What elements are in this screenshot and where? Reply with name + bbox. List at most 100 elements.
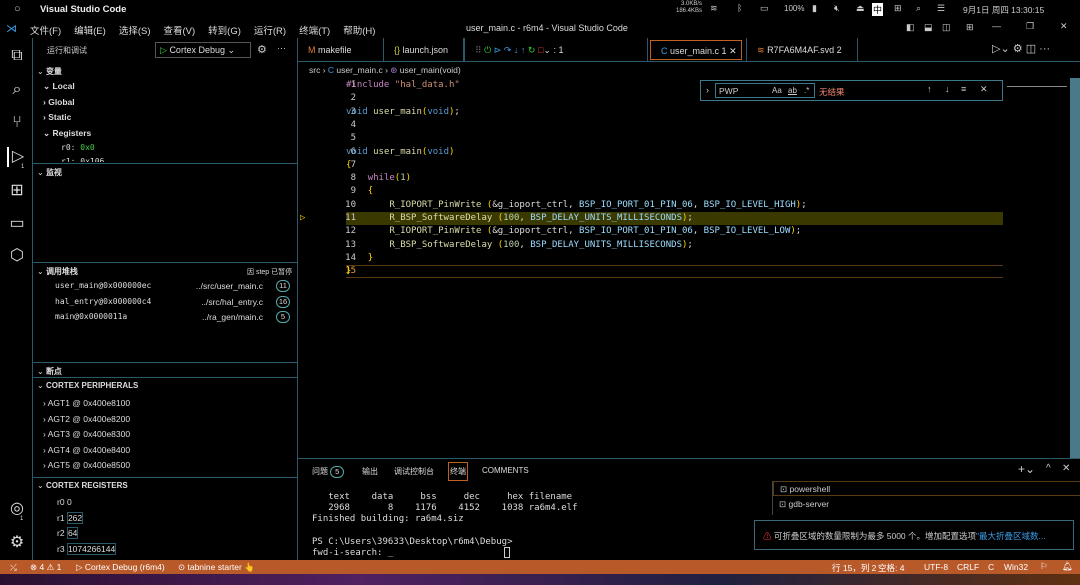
peripheral-item[interactable]: › AGT2 @ 0x400e8200 [43, 414, 130, 424]
run-debug-icon[interactable]: ▷⌄ [992, 43, 1010, 55]
scope-global[interactable]: › Global [43, 97, 75, 107]
more-icon[interactable]: ··· [277, 43, 286, 53]
notification-link[interactable]: "最大折叠区域数... [976, 531, 1046, 541]
breakpoints-header[interactable]: 断点 [37, 366, 62, 377]
layout-panel-icon[interactable]: ⬓ [924, 22, 933, 33]
language-mode[interactable]: C [988, 562, 994, 572]
settings-gear-icon[interactable]: ⚙ [7, 533, 27, 553]
callstack-frame[interactable]: main@0x0000011a [55, 312, 127, 321]
keyboard-icon[interactable]: ⊞ [894, 3, 902, 14]
eject-icon[interactable]: ⏏ [856, 3, 865, 14]
minimize-button[interactable]: — [992, 21, 1001, 31]
tabnine-status[interactable]: ⊙ tabnine starter 👆 [178, 562, 255, 573]
layout-secondary-icon[interactable]: ◫ [942, 22, 951, 33]
tab-problems[interactable]: 问题 5 [312, 466, 345, 478]
continue-icon[interactable]: ⊳ [494, 45, 502, 55]
menu-item[interactable]: 转到(G) [208, 23, 241, 37]
accounts-icon[interactable]: ◎ 1 [7, 499, 27, 522]
renesas-icon[interactable]: ⬡ [7, 246, 27, 266]
menu-item[interactable]: 终端(T) [299, 23, 330, 37]
tab-launch-json[interactable]: {} launch.json [384, 38, 464, 62]
cursor-position[interactable]: 行 15，列 2 [832, 562, 876, 574]
gear-icon[interactable]: ⚙ [257, 43, 267, 56]
variable-r1[interactable]: r1: 0x106 [61, 157, 104, 162]
code-line[interactable]: void user_main(void); [346, 107, 460, 117]
battery-icon[interactable]: ▮ [812, 3, 817, 14]
toggle-replace-icon[interactable]: › [706, 85, 709, 95]
line-ending[interactable]: CRLF [957, 562, 979, 572]
indentation[interactable]: 空格: 4 [878, 562, 904, 574]
tab-makefile[interactable]: M makefile [298, 38, 384, 62]
terminal-gdb-server[interactable]: ⊡ gdb-server [773, 497, 835, 512]
peripherals-header[interactable]: CORTEX PERIPHERALS [37, 381, 138, 390]
scope-registers[interactable]: ⌄ Registers [43, 128, 91, 139]
display-icon[interactable]: ▭ [760, 3, 769, 14]
feedback-icon[interactable]: ⚐ [1040, 561, 1048, 572]
platform[interactable]: Win32 [1004, 562, 1028, 572]
register-item[interactable]: r0 0 [57, 497, 72, 507]
whole-word-icon[interactable]: ab [788, 86, 797, 95]
search-icon[interactable]: ⌕ [916, 3, 921, 14]
tab-svd[interactable]: ≋ R7FA6M4AF.svd 2 [746, 38, 858, 62]
wifi-icon[interactable]: ≋ [710, 3, 718, 14]
mute-icon[interactable]: 🔇︎ [834, 3, 840, 14]
search-icon[interactable]: ⌕ [7, 80, 27, 100]
customize-layout-icon[interactable]: ⊞ [966, 22, 974, 33]
new-terminal-icon[interactable]: +⌄ [1018, 462, 1035, 476]
peripheral-item[interactable]: › AGT3 @ 0x400e8300 [43, 429, 130, 439]
minimap[interactable] [1007, 78, 1067, 458]
encoding[interactable]: UTF-8 [924, 562, 948, 572]
code-line[interactable]: { [346, 186, 373, 196]
tab-output[interactable]: 输出 [362, 466, 378, 477]
notifications-bell-icon[interactable]: 🔔︎ [1062, 561, 1073, 572]
code-line[interactable]: while(1) [346, 173, 411, 183]
step-out-icon[interactable]: ↑ [521, 45, 526, 55]
bluetooth-icon[interactable]: ᛒ [737, 3, 742, 13]
menu-item[interactable]: 编辑(E) [74, 23, 106, 37]
variables-header[interactable]: 变量 [37, 66, 62, 77]
gear-icon[interactable]: ⚙ [1013, 43, 1023, 55]
restart-icon[interactable]: ↻ [528, 45, 536, 55]
menu-item[interactable]: 帮助(H) [343, 23, 375, 37]
close-button[interactable]: ✕ [1060, 21, 1068, 32]
source-control-icon[interactable]: ⑂ [7, 113, 27, 133]
register-item[interactable]: r1 262 [57, 511, 84, 524]
code-line[interactable]: R_IOPORT_PinWrite (&g_ioport_ctrl, BSP_I… [346, 200, 806, 210]
stop-icon[interactable]: □ [538, 45, 543, 55]
step-into-icon[interactable]: ↓ [514, 45, 519, 55]
ime-indicator[interactable]: 中 [872, 3, 884, 16]
scope-static[interactable]: › Static [43, 112, 71, 122]
editor-scrollbar[interactable] [1070, 78, 1080, 458]
variable-r0[interactable]: r0: 0x0 [61, 143, 95, 152]
code-line[interactable]: R_BSP_SoftwareDelay (100, BSP_DELAY_UNIT… [346, 213, 692, 223]
explorer-icon[interactable]: ⧉ [7, 46, 27, 66]
tab-debug-console[interactable]: 调试控制台 [394, 466, 434, 477]
next-match-icon[interactable]: ↓ [945, 84, 950, 94]
scope-local[interactable]: ⌄ Local [43, 81, 75, 92]
remote-explorer-icon[interactable]: ▭ [7, 214, 27, 234]
menu-item[interactable]: 查看(V) [163, 23, 195, 37]
code-line[interactable]: void user_main(void) [346, 147, 454, 157]
callstack-frame[interactable]: user_main@0x000000ec [55, 281, 151, 290]
code-line[interactable]: } [346, 253, 373, 263]
extensions-icon[interactable]: ⊞ [7, 181, 27, 201]
watch-header[interactable]: 监视 [37, 167, 62, 178]
run-debug-icon[interactable]: ▷ 1 [7, 147, 27, 170]
callstack-header[interactable]: 调用堆栈 [37, 266, 78, 277]
find-input[interactable]: PWP Aa ab .* [715, 83, 815, 98]
notification-toast[interactable]: ⚠ 可折叠区域的数量限制为最多 5000 个。增加配置选项"最大折叠区域数... [754, 520, 1074, 550]
registers-header[interactable]: CORTEX REGISTERS [37, 481, 128, 490]
code-line[interactable]: #include "hal_data.h" [346, 80, 460, 90]
split-editor-icon[interactable]: ◫ [1026, 43, 1036, 55]
code-line[interactable]: R_IOPORT_PinWrite (&g_ioport_ctrl, BSP_I… [346, 226, 801, 236]
code-line[interactable]: R_BSP_SoftwareDelay (100, BSP_DELAY_UNIT… [346, 240, 692, 250]
callstack-frame[interactable]: hal_entry@0x000000c4 [55, 297, 151, 306]
menu-item[interactable]: 运行(R) [254, 23, 286, 37]
menu-item[interactable]: 文件(F) [30, 23, 61, 37]
maximize-button[interactable]: ❐ [1026, 21, 1034, 32]
disconnect-icon[interactable]: ⏻ [484, 45, 491, 55]
find-in-selection-icon[interactable]: ≡ [961, 84, 966, 94]
regex-icon[interactable]: .* [804, 86, 809, 95]
menu-item[interactable]: 选择(S) [119, 23, 151, 37]
maximize-panel-icon[interactable]: ^ [1046, 463, 1051, 474]
